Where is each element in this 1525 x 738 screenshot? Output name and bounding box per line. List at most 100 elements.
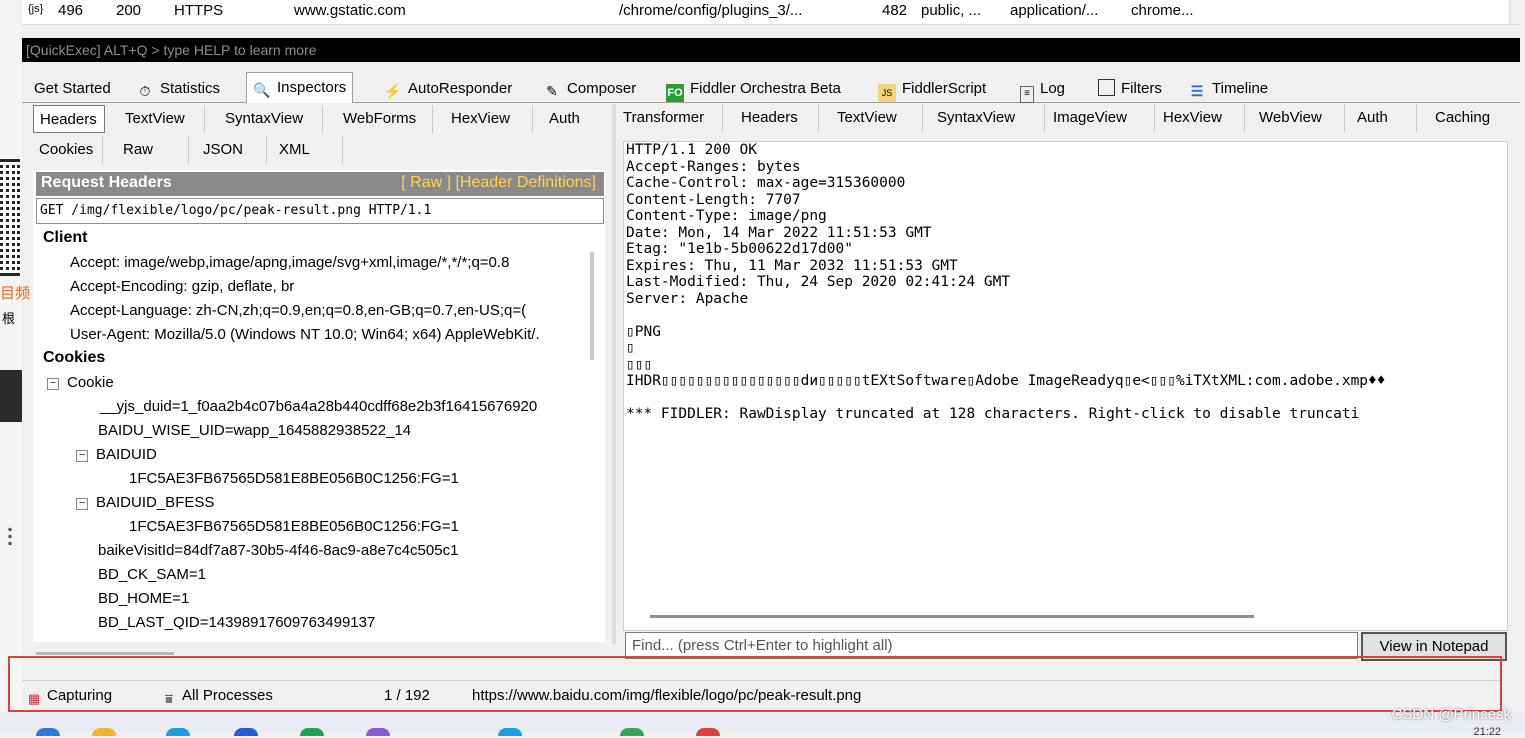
- response-raw-line: *** FIDDLER: RawDisplay truncated at 128…: [626, 406, 1360, 422]
- taskbar-app-icon[interactable]: [36, 728, 60, 736]
- taskbar-app-icon[interactable]: [366, 728, 390, 736]
- taskbar-clock: 21:22: [1473, 726, 1501, 738]
- req-tab-json[interactable]: JSON: [197, 136, 267, 164]
- cookie-node-label: BAIDUID: [96, 446, 157, 463]
- resp-tab-headers[interactable]: Headers: [735, 104, 819, 132]
- resp-tab-transformer[interactable]: Transformer: [617, 104, 723, 132]
- cookie-node-label: BAIDUID_BFESS: [96, 494, 215, 511]
- session-url: /chrome/config/plugins_3/...: [619, 2, 803, 19]
- taskbar-app-icon[interactable]: [620, 728, 644, 736]
- req-tab-headers[interactable]: Headers: [33, 105, 105, 133]
- resp-tab-imageview[interactable]: ImageView: [1047, 104, 1155, 132]
- response-raw-line: Last-Modified: Thu, 24 Sep 2020 02:41:24…: [626, 274, 1011, 290]
- collapse-icon[interactable]: −: [76, 450, 88, 462]
- session-process: chrome...: [1131, 2, 1194, 19]
- script-js-icon: JS: [878, 84, 896, 102]
- session-protocol: HTTPS: [174, 2, 224, 19]
- tab-timeline[interactable]: ☰ Timeline: [1182, 76, 1274, 101]
- tab-label: Timeline: [1212, 80, 1269, 97]
- cookie-node-baiduid[interactable]: − BAIDUID: [76, 446, 157, 463]
- collapse-icon[interactable]: −: [76, 498, 88, 510]
- taskbar-app-icon[interactable]: [300, 728, 324, 736]
- resp-tab-syntaxview[interactable]: SyntaxView: [931, 104, 1045, 132]
- tab-filters[interactable]: Filters: [1092, 76, 1168, 101]
- compose-pencil-icon: ✎: [546, 83, 558, 99]
- resp-tab-auth[interactable]: Auth: [1351, 104, 1417, 132]
- find-input[interactable]: Find... (press Ctrl+Enter to highlight a…: [625, 632, 1358, 659]
- taskbar-app-icon[interactable]: [166, 728, 190, 736]
- tab-label: Inspectors: [277, 79, 347, 96]
- tab-log[interactable]: ≡ Log: [1014, 76, 1071, 103]
- request-headers-title: Request Headers: [41, 174, 172, 191]
- tab-label: Filters: [1121, 80, 1162, 97]
- background-char-fragment: 根: [2, 311, 16, 326]
- response-raw-line: IHDR▯▯▯▯▯▯▯▯▯▯▯▯▯▯▯▯dи▯▯▯▯▯tEXtSoftware▯…: [626, 373, 1386, 389]
- cookie-item[interactable]: baikeVisitId=84df7a87-30b5-4f46-8ac9-a8e…: [98, 542, 458, 559]
- client-group-label[interactable]: Client: [43, 229, 87, 247]
- request-line[interactable]: GET /img/flexible/logo/pc/peak-result.pn…: [36, 198, 604, 224]
- cookie-item[interactable]: BD_LAST_QID=14398917609763499137: [98, 614, 375, 631]
- req-tab-cookies[interactable]: Cookies: [33, 136, 103, 164]
- tab-inspectors[interactable]: 🔍 Inspectors: [246, 72, 354, 103]
- taskbar-app-icon[interactable]: [696, 728, 720, 736]
- req-tab-xml[interactable]: XML: [273, 136, 343, 164]
- inspector-magnifier-icon: 🔍: [253, 82, 271, 98]
- taskbar-app-icon[interactable]: [234, 728, 258, 736]
- cookie-node[interactable]: − Cookie: [47, 374, 114, 391]
- background-dark-strip: [0, 370, 22, 422]
- session-result: 200: [116, 2, 142, 19]
- request-vertical-scrollbar[interactable]: [590, 252, 594, 360]
- request-inspector-tabs: Headers TextView SyntaxView WebForms Hex…: [33, 105, 611, 135]
- req-tab-webforms[interactable]: WebForms: [337, 105, 433, 133]
- response-raw-text[interactable]: HTTP/1.1 200 OK Accept-Ranges: bytes Cache…: [626, 142, 1506, 423]
- session-row[interactable]: {js} 496 200 HTTPS www.gstatic.com /chro…: [22, 0, 1520, 25]
- tab-composer[interactable]: ✎ Composer: [537, 76, 642, 101]
- tab-get-started[interactable]: Get Started: [28, 76, 117, 101]
- tab-statistics[interactable]: ⏱ Statistics: [130, 76, 226, 101]
- header-accept-encoding[interactable]: Accept-Encoding: gzip, deflate, br: [70, 278, 294, 295]
- tab-autoresponder[interactable]: ⚡ AutoResponder: [378, 76, 518, 101]
- cookie-item[interactable]: __yjs_duid=1_f0aa2b4c07b6a4a28b440cdff68…: [100, 398, 537, 415]
- main-tab-bar: Get Started ⏱ Statistics 🔍 Inspectors ⚡ Aut…: [22, 70, 1520, 103]
- cookie-item[interactable]: BAIDU_WISE_UID=wapp_1645882938522_14: [98, 422, 411, 439]
- tab-fiddler-orchestra[interactable]: FO Fiddler Orchestra Beta: [660, 76, 847, 102]
- resp-tab-caching[interactable]: Caching: [1429, 104, 1509, 132]
- log-document-icon: ≡: [1020, 86, 1034, 103]
- request-horizontal-scrollbar[interactable]: [36, 652, 174, 655]
- quickexec-bar[interactable]: [QuickExec] ALT+Q > type HELP to learn m…: [22, 38, 1520, 62]
- session-list-scrollbar[interactable]: [1509, 0, 1524, 24]
- timeline-bars-icon: ☰: [1190, 83, 1204, 99]
- resp-tab-webview[interactable]: WebView: [1253, 104, 1345, 132]
- req-tab-syntaxview[interactable]: SyntaxView: [219, 105, 323, 133]
- js-session-icon: {js}: [28, 3, 44, 15]
- cookie-item[interactable]: BD_HOME=1: [98, 590, 189, 607]
- taskbar-app-icon[interactable]: [498, 728, 522, 736]
- cookie-value[interactable]: 1FC5AE3FB67565D581E8BE056B0C1256:FG=1: [129, 518, 459, 535]
- response-horizontal-scrollbar[interactable]: [650, 615, 1254, 618]
- cookies-group-label[interactable]: Cookies: [43, 349, 105, 367]
- header-accept-language[interactable]: Accept-Language: zh-CN,zh;q=0.9,en;q=0.8…: [70, 302, 526, 319]
- response-raw-line: HTTP/1.1 200 OK: [626, 142, 757, 158]
- response-raw-line: ▯▯▯: [626, 356, 653, 373]
- response-raw-line: ▯: [626, 340, 635, 356]
- tab-fiddlerscript[interactable]: JS FiddlerScript: [872, 76, 992, 102]
- panel-splitter[interactable]: [612, 104, 616, 644]
- req-tab-hexview[interactable]: HexView: [445, 105, 533, 133]
- collapse-icon[interactable]: −: [47, 378, 59, 390]
- resp-tab-textview[interactable]: TextView: [831, 104, 923, 132]
- req-tab-textview[interactable]: TextView: [119, 105, 205, 133]
- req-tab-auth[interactable]: Auth: [543, 105, 603, 133]
- header-user-agent[interactable]: User-Agent: Mozilla/5.0 (Windows NT 10.0…: [70, 326, 540, 343]
- cookie-value[interactable]: 1FC5AE3FB67565D581E8BE056B0C1256:FG=1: [129, 470, 459, 487]
- cookie-item[interactable]: BD_CK_SAM=1: [98, 566, 206, 583]
- response-raw-line: Cache-Control: max-age=315360000: [626, 175, 906, 191]
- req-tab-raw[interactable]: Raw: [117, 136, 189, 164]
- header-accept[interactable]: Accept: image/webp,image/apng,image/svg+…: [70, 254, 509, 271]
- qr-code-pattern: [3, 162, 17, 272]
- header-definitions-links[interactable]: [ Raw ] [Header Definitions]: [401, 174, 596, 192]
- resp-tab-hexview[interactable]: HexView: [1157, 104, 1245, 132]
- response-raw-line: Accept-Ranges: bytes: [626, 158, 801, 175]
- tab-label: Statistics: [160, 80, 221, 97]
- cookie-node-baiduid-bfess[interactable]: − BAIDUID_BFESS: [76, 494, 214, 511]
- taskbar-app-icon[interactable]: [92, 728, 116, 736]
